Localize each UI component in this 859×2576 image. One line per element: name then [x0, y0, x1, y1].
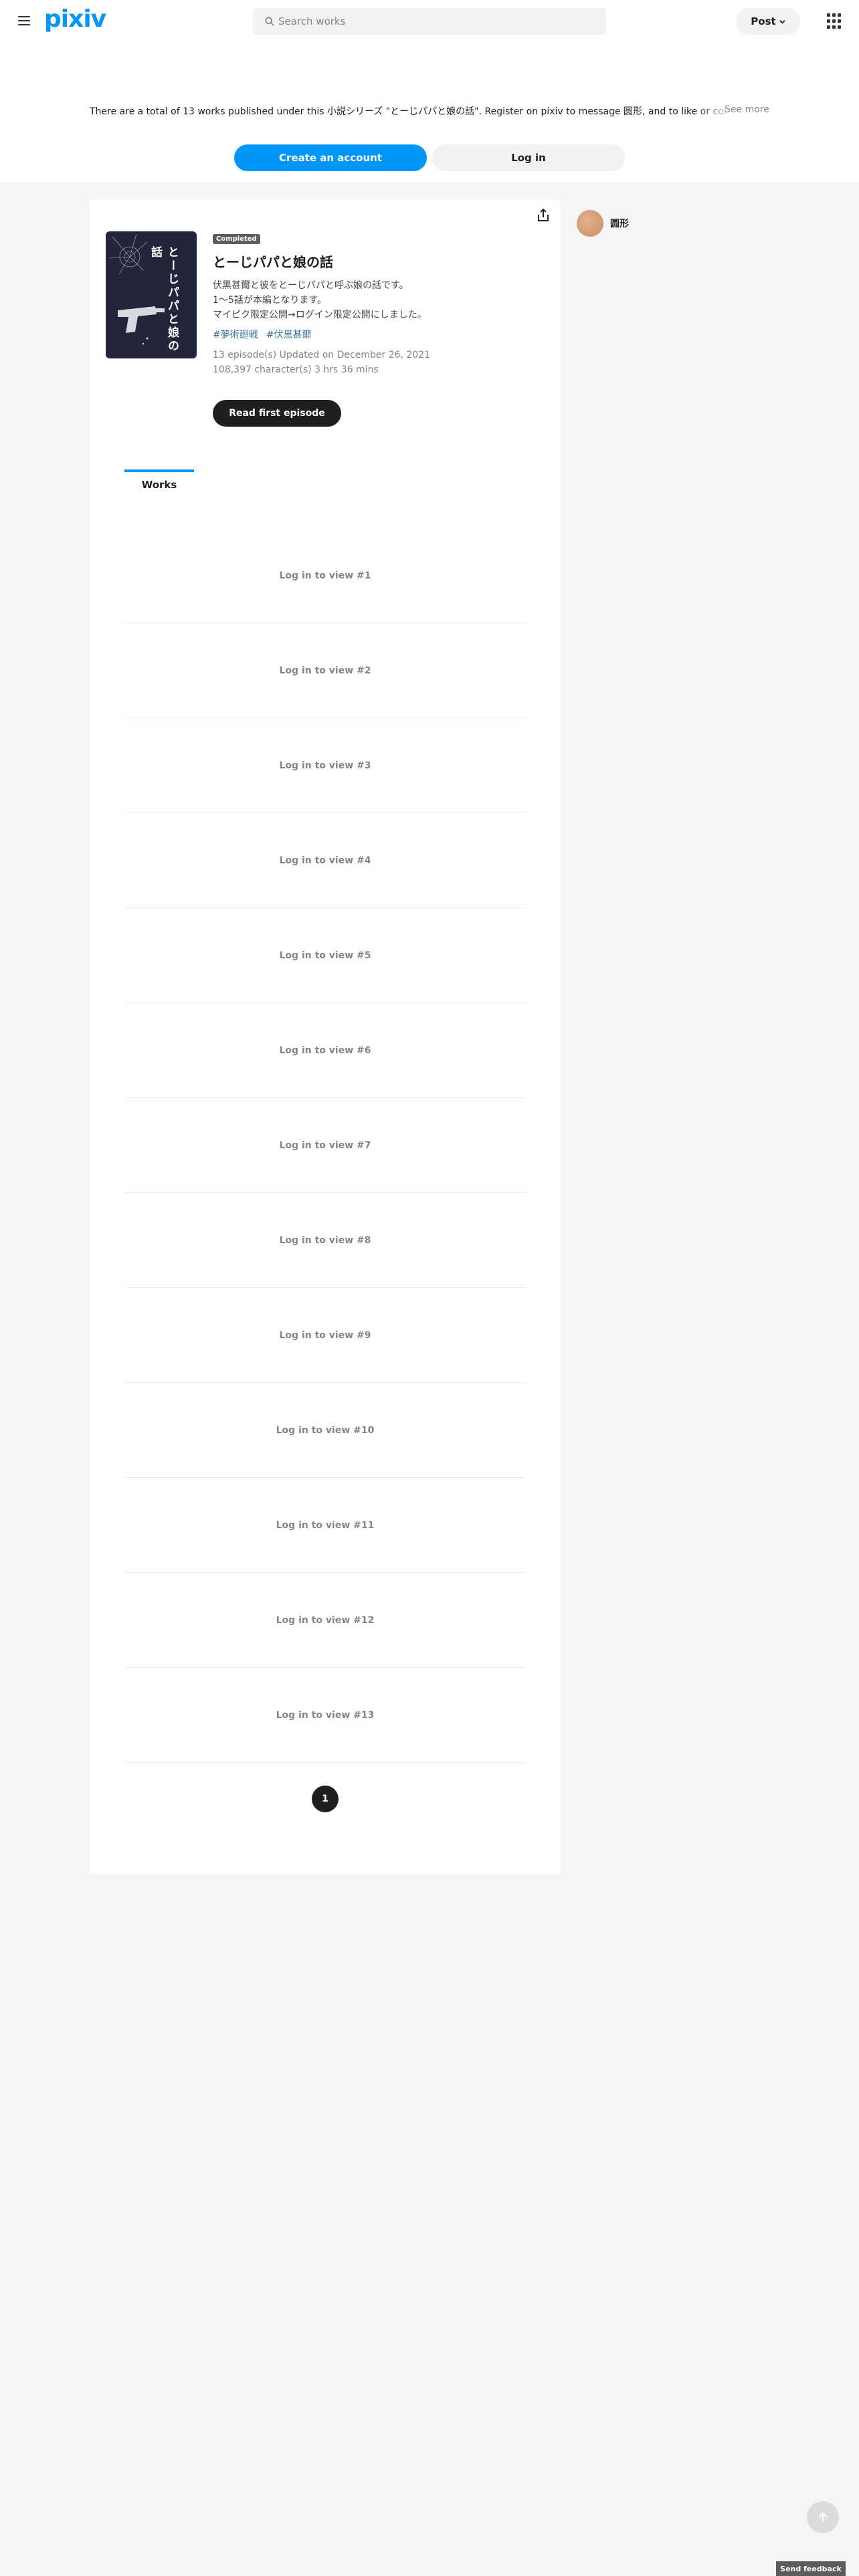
tag-link[interactable]: #伏黒甚爾: [266, 328, 312, 341]
post-label: Post: [751, 15, 776, 27]
tag-link[interactable]: #夢術廻戦: [213, 328, 258, 341]
pagination-page-1[interactable]: 1: [312, 1786, 339, 1812]
chevron-down-icon: [779, 19, 785, 24]
series-caption: 伏黒甚爾と彼をとーじパパと呼ぶ娘の話です。 1〜5話が本編となります。 マイピク…: [213, 278, 427, 322]
list-item[interactable]: Log in to view #1: [124, 528, 526, 623]
list-item[interactable]: Log in to view #9: [124, 1288, 526, 1383]
pixiv-logo[interactable]: pixiv: [44, 5, 106, 33]
list-item[interactable]: Log in to view #3: [124, 718, 526, 813]
login-button[interactable]: Log in: [432, 144, 625, 171]
list-item[interactable]: Log in to view #7: [124, 1098, 526, 1193]
apps-grid-icon[interactable]: [827, 13, 843, 29]
list-item[interactable]: Log in to view #2: [124, 623, 526, 718]
list-item[interactable]: Log in to view #5: [124, 908, 526, 1003]
list-item[interactable]: Log in to view #11: [124, 1478, 526, 1573]
caption-line: 伏黒甚爾と彼をとーじパパと呼ぶ娘の話です。: [213, 280, 409, 291]
post-button[interactable]: Post: [736, 8, 800, 35]
menu-icon[interactable]: [16, 13, 32, 29]
top-header: pixiv Post: [0, 0, 859, 43]
completed-badge: Completed: [213, 234, 260, 244]
series-card: とーじパパと娘の話 Completed とーじパパと娘の話 伏黒甚爾と彼をとーじ…: [90, 199, 561, 1874]
author-profile[interactable]: 圆形: [577, 210, 629, 237]
arrow-up-icon: [818, 2512, 828, 2522]
cover-title: とーじパパと娘の話: [149, 246, 179, 353]
caption-line: 1〜5話が本編となります。: [213, 295, 326, 306]
share-icon[interactable]: [535, 207, 551, 223]
list-item[interactable]: Log in to view #4: [124, 813, 526, 908]
list-item[interactable]: Log in to view #8: [124, 1193, 526, 1288]
banner-text: There are a total of 13 works published …: [90, 106, 727, 117]
search-input[interactable]: [278, 15, 586, 27]
list-item[interactable]: Log in to view #6: [124, 1003, 526, 1098]
series-cover[interactable]: とーじパパと娘の話: [106, 231, 197, 358]
tab-works[interactable]: Works: [124, 469, 194, 494]
read-first-episode-button[interactable]: Read first episode: [213, 400, 341, 427]
avatar[interactable]: [577, 210, 603, 237]
series-title: とーじパパと娘の話: [213, 254, 333, 270]
see-more-link[interactable]: See more: [725, 104, 769, 115]
search-box[interactable]: [253, 8, 606, 35]
work-list: Log in to view #1 Log in to view #2 Log …: [124, 528, 526, 1763]
list-item[interactable]: Log in to view #12: [124, 1573, 526, 1668]
signup-banner: There are a total of 13 works published …: [0, 43, 859, 182]
send-feedback-button[interactable]: Send feedback: [776, 2561, 846, 2576]
list-item[interactable]: Log in to view #13: [124, 1668, 526, 1763]
list-item[interactable]: Log in to view #10: [124, 1383, 526, 1478]
scroll-to-top-button[interactable]: [807, 2501, 839, 2533]
tag-list: #夢術廻戦 #伏黒甚爾: [213, 328, 311, 341]
search-icon: [265, 17, 274, 26]
create-account-button[interactable]: Create an account: [234, 144, 427, 171]
episode-update-info: 13 episode(s) Updated on December 26, 20…: [213, 350, 431, 360]
author-name[interactable]: 圆形: [610, 217, 629, 230]
caption-line: マイピク限定公開→ログイン限定公開にしました。: [213, 310, 427, 320]
character-count-info: 108,397 character(s) 3 hrs 36 mins: [213, 364, 379, 375]
series-meta: 13 episode(s) Updated on December 26, 20…: [213, 348, 430, 377]
